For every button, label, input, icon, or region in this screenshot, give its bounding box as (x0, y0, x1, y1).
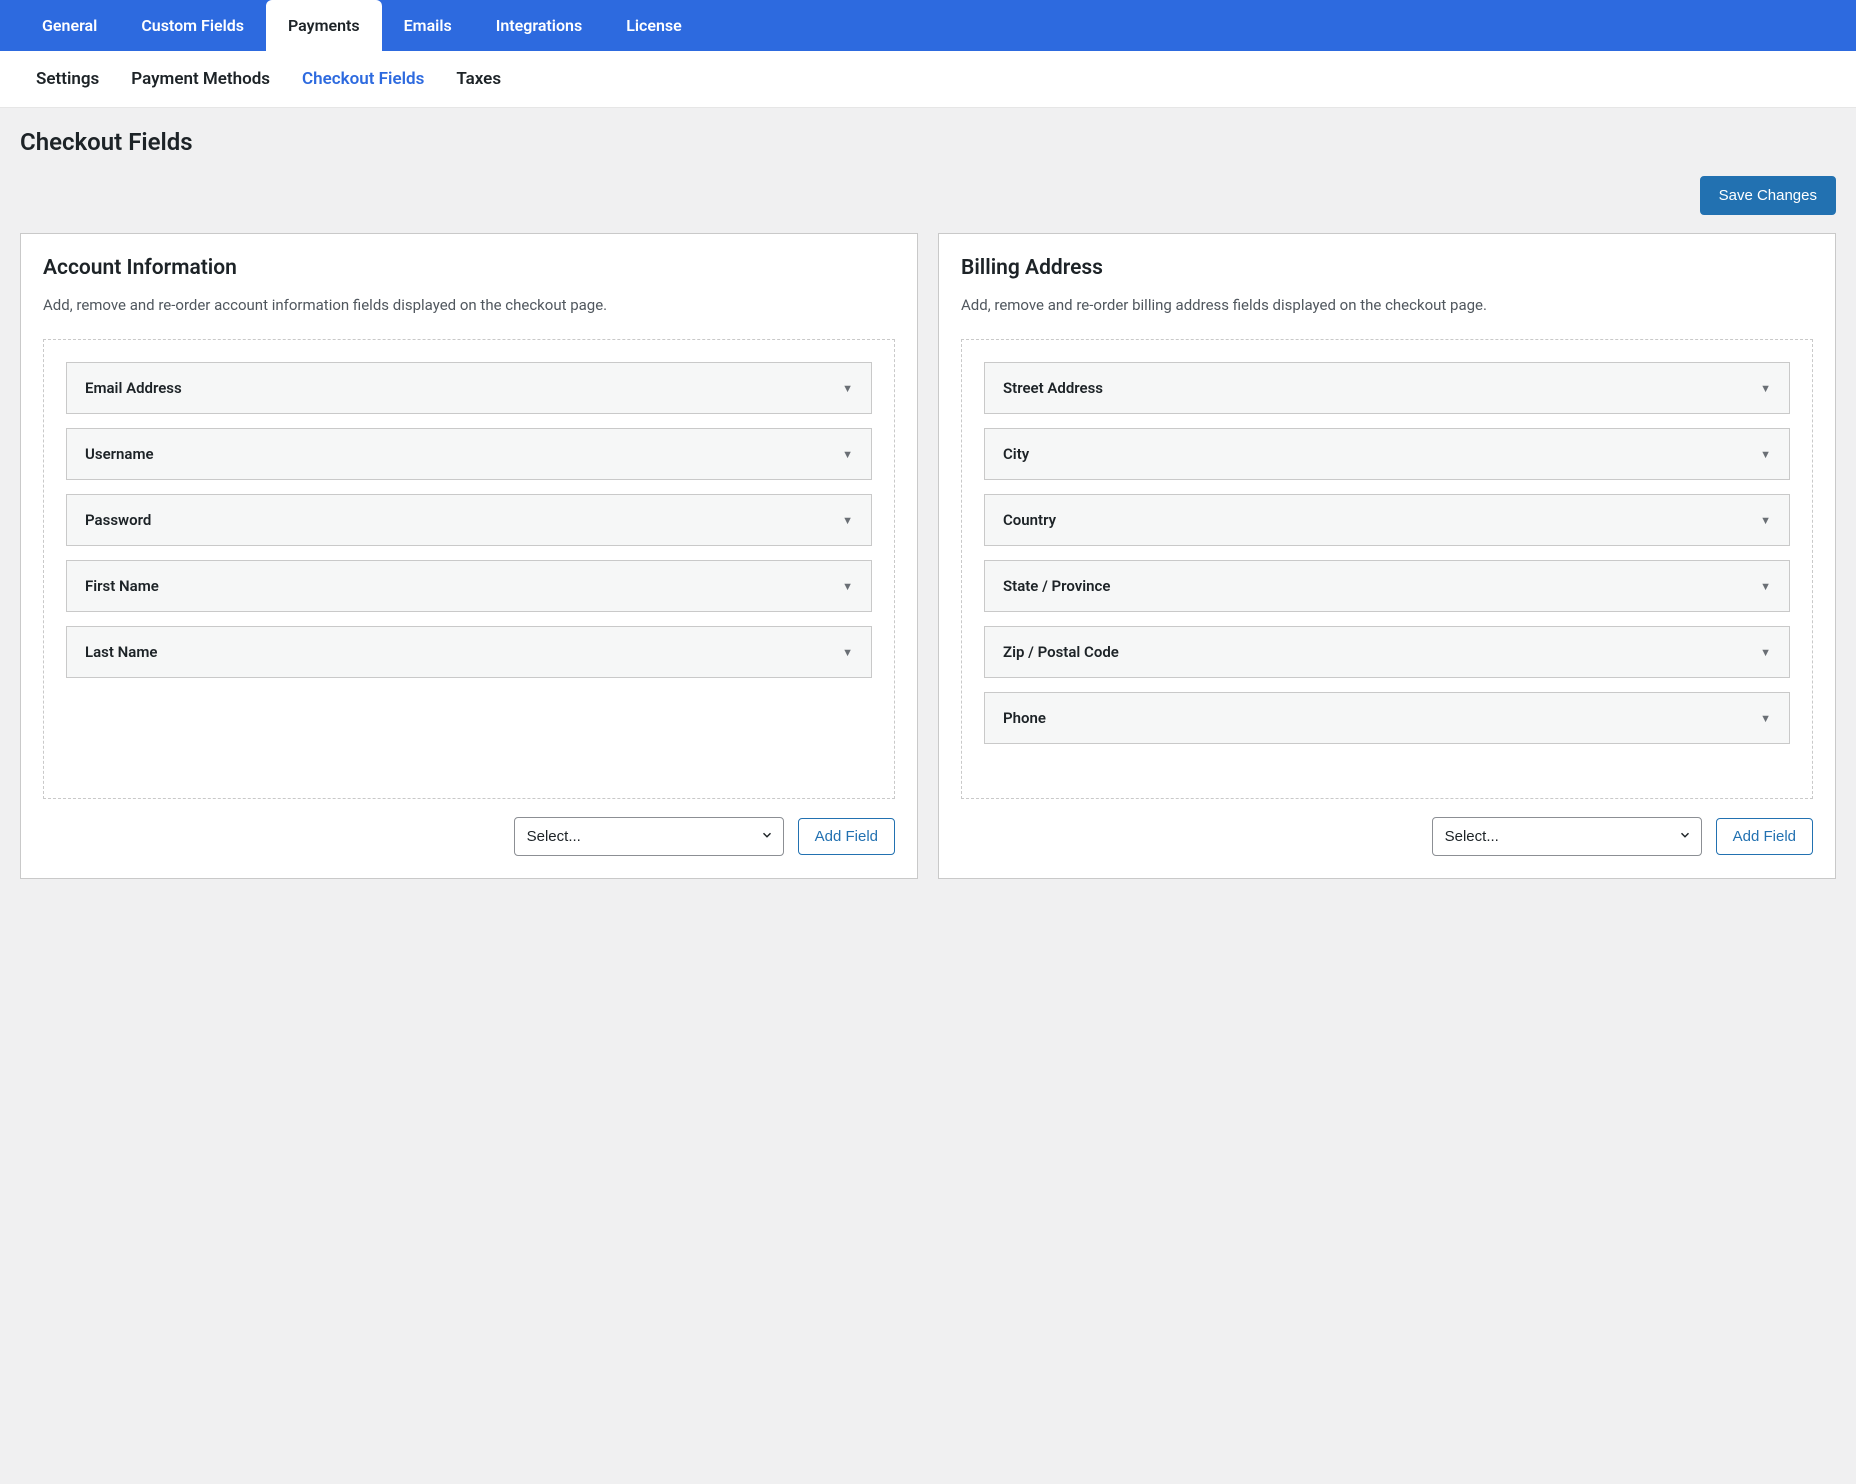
panel-desc-billing: Add, remove and re-order billing address… (961, 294, 1813, 317)
save-changes-button[interactable]: Save Changes (1700, 176, 1836, 215)
field-item-city[interactable]: City ▼ (984, 428, 1790, 480)
chevron-down-icon: ▼ (1760, 646, 1771, 659)
chevron-down-icon: ▼ (1760, 448, 1771, 461)
field-item-last-name[interactable]: Last Name ▼ (66, 626, 872, 678)
field-list-account: Email Address ▼ Username ▼ Password ▼ Fi… (43, 339, 895, 799)
panel-account-information: Account Information Add, remove and re-o… (20, 233, 918, 879)
panel-footer-account: Select... Add Field (43, 817, 895, 856)
sub-tabs: Settings Payment Methods Checkout Fields… (0, 51, 1856, 108)
field-label: Last Name (85, 643, 157, 661)
subtab-settings[interactable]: Settings (20, 51, 115, 107)
tab-license[interactable]: License (604, 0, 704, 51)
field-item-state-province[interactable]: State / Province ▼ (984, 560, 1790, 612)
field-label: Phone (1003, 709, 1046, 727)
add-field-select-billing-wrap: Select... (1432, 817, 1702, 856)
chevron-down-icon: ▼ (842, 448, 853, 461)
subtab-payment-methods[interactable]: Payment Methods (115, 51, 286, 107)
field-item-email-address[interactable]: Email Address ▼ (66, 362, 872, 414)
field-item-zip-postal-code[interactable]: Zip / Postal Code ▼ (984, 626, 1790, 678)
tab-emails[interactable]: Emails (382, 0, 474, 51)
chevron-down-icon: ▼ (842, 646, 853, 659)
add-field-button-account[interactable]: Add Field (798, 818, 895, 855)
panel-footer-billing: Select... Add Field (961, 817, 1813, 856)
field-item-phone[interactable]: Phone ▼ (984, 692, 1790, 744)
chevron-down-icon: ▼ (842, 514, 853, 527)
subtab-taxes[interactable]: Taxes (440, 51, 517, 107)
content: Checkout Fields Save Changes Account Inf… (0, 108, 1856, 899)
add-field-button-billing[interactable]: Add Field (1716, 818, 1813, 855)
field-label: State / Province (1003, 577, 1110, 595)
field-item-password[interactable]: Password ▼ (66, 494, 872, 546)
field-label: Country (1003, 511, 1056, 529)
field-label: Street Address (1003, 379, 1103, 397)
field-item-username[interactable]: Username ▼ (66, 428, 872, 480)
tab-integrations[interactable]: Integrations (474, 0, 604, 51)
field-item-country[interactable]: Country ▼ (984, 494, 1790, 546)
panel-desc-account: Add, remove and re-order account informa… (43, 294, 895, 317)
panel-title-billing: Billing Address (961, 256, 1813, 280)
save-row: Save Changes (20, 176, 1836, 215)
field-list-billing: Street Address ▼ City ▼ Country ▼ State … (961, 339, 1813, 799)
chevron-down-icon: ▼ (1760, 712, 1771, 725)
panels: Account Information Add, remove and re-o… (20, 233, 1836, 879)
tab-custom-fields[interactable]: Custom Fields (119, 0, 266, 51)
top-tabs: General Custom Fields Payments Emails In… (0, 0, 1856, 51)
field-label: Zip / Postal Code (1003, 643, 1119, 661)
field-item-first-name[interactable]: First Name ▼ (66, 560, 872, 612)
add-field-select-account-wrap: Select... (514, 817, 784, 856)
panel-title-account: Account Information (43, 256, 895, 280)
page-title: Checkout Fields (20, 128, 1836, 156)
chevron-down-icon: ▼ (1760, 514, 1771, 527)
field-label: City (1003, 445, 1029, 463)
subtab-checkout-fields[interactable]: Checkout Fields (286, 51, 440, 107)
chevron-down-icon: ▼ (842, 382, 853, 395)
field-label: Username (85, 445, 154, 463)
chevron-down-icon: ▼ (1760, 382, 1771, 395)
field-label: Email Address (85, 379, 182, 397)
chevron-down-icon: ▼ (1760, 580, 1771, 593)
field-label: First Name (85, 577, 159, 595)
add-field-select-account[interactable]: Select... (514, 817, 784, 856)
add-field-select-billing[interactable]: Select... (1432, 817, 1702, 856)
tab-payments[interactable]: Payments (266, 0, 382, 51)
chevron-down-icon: ▼ (842, 580, 853, 593)
field-label: Password (85, 511, 151, 529)
tab-general[interactable]: General (20, 0, 119, 51)
field-item-street-address[interactable]: Street Address ▼ (984, 362, 1790, 414)
panel-billing-address: Billing Address Add, remove and re-order… (938, 233, 1836, 879)
